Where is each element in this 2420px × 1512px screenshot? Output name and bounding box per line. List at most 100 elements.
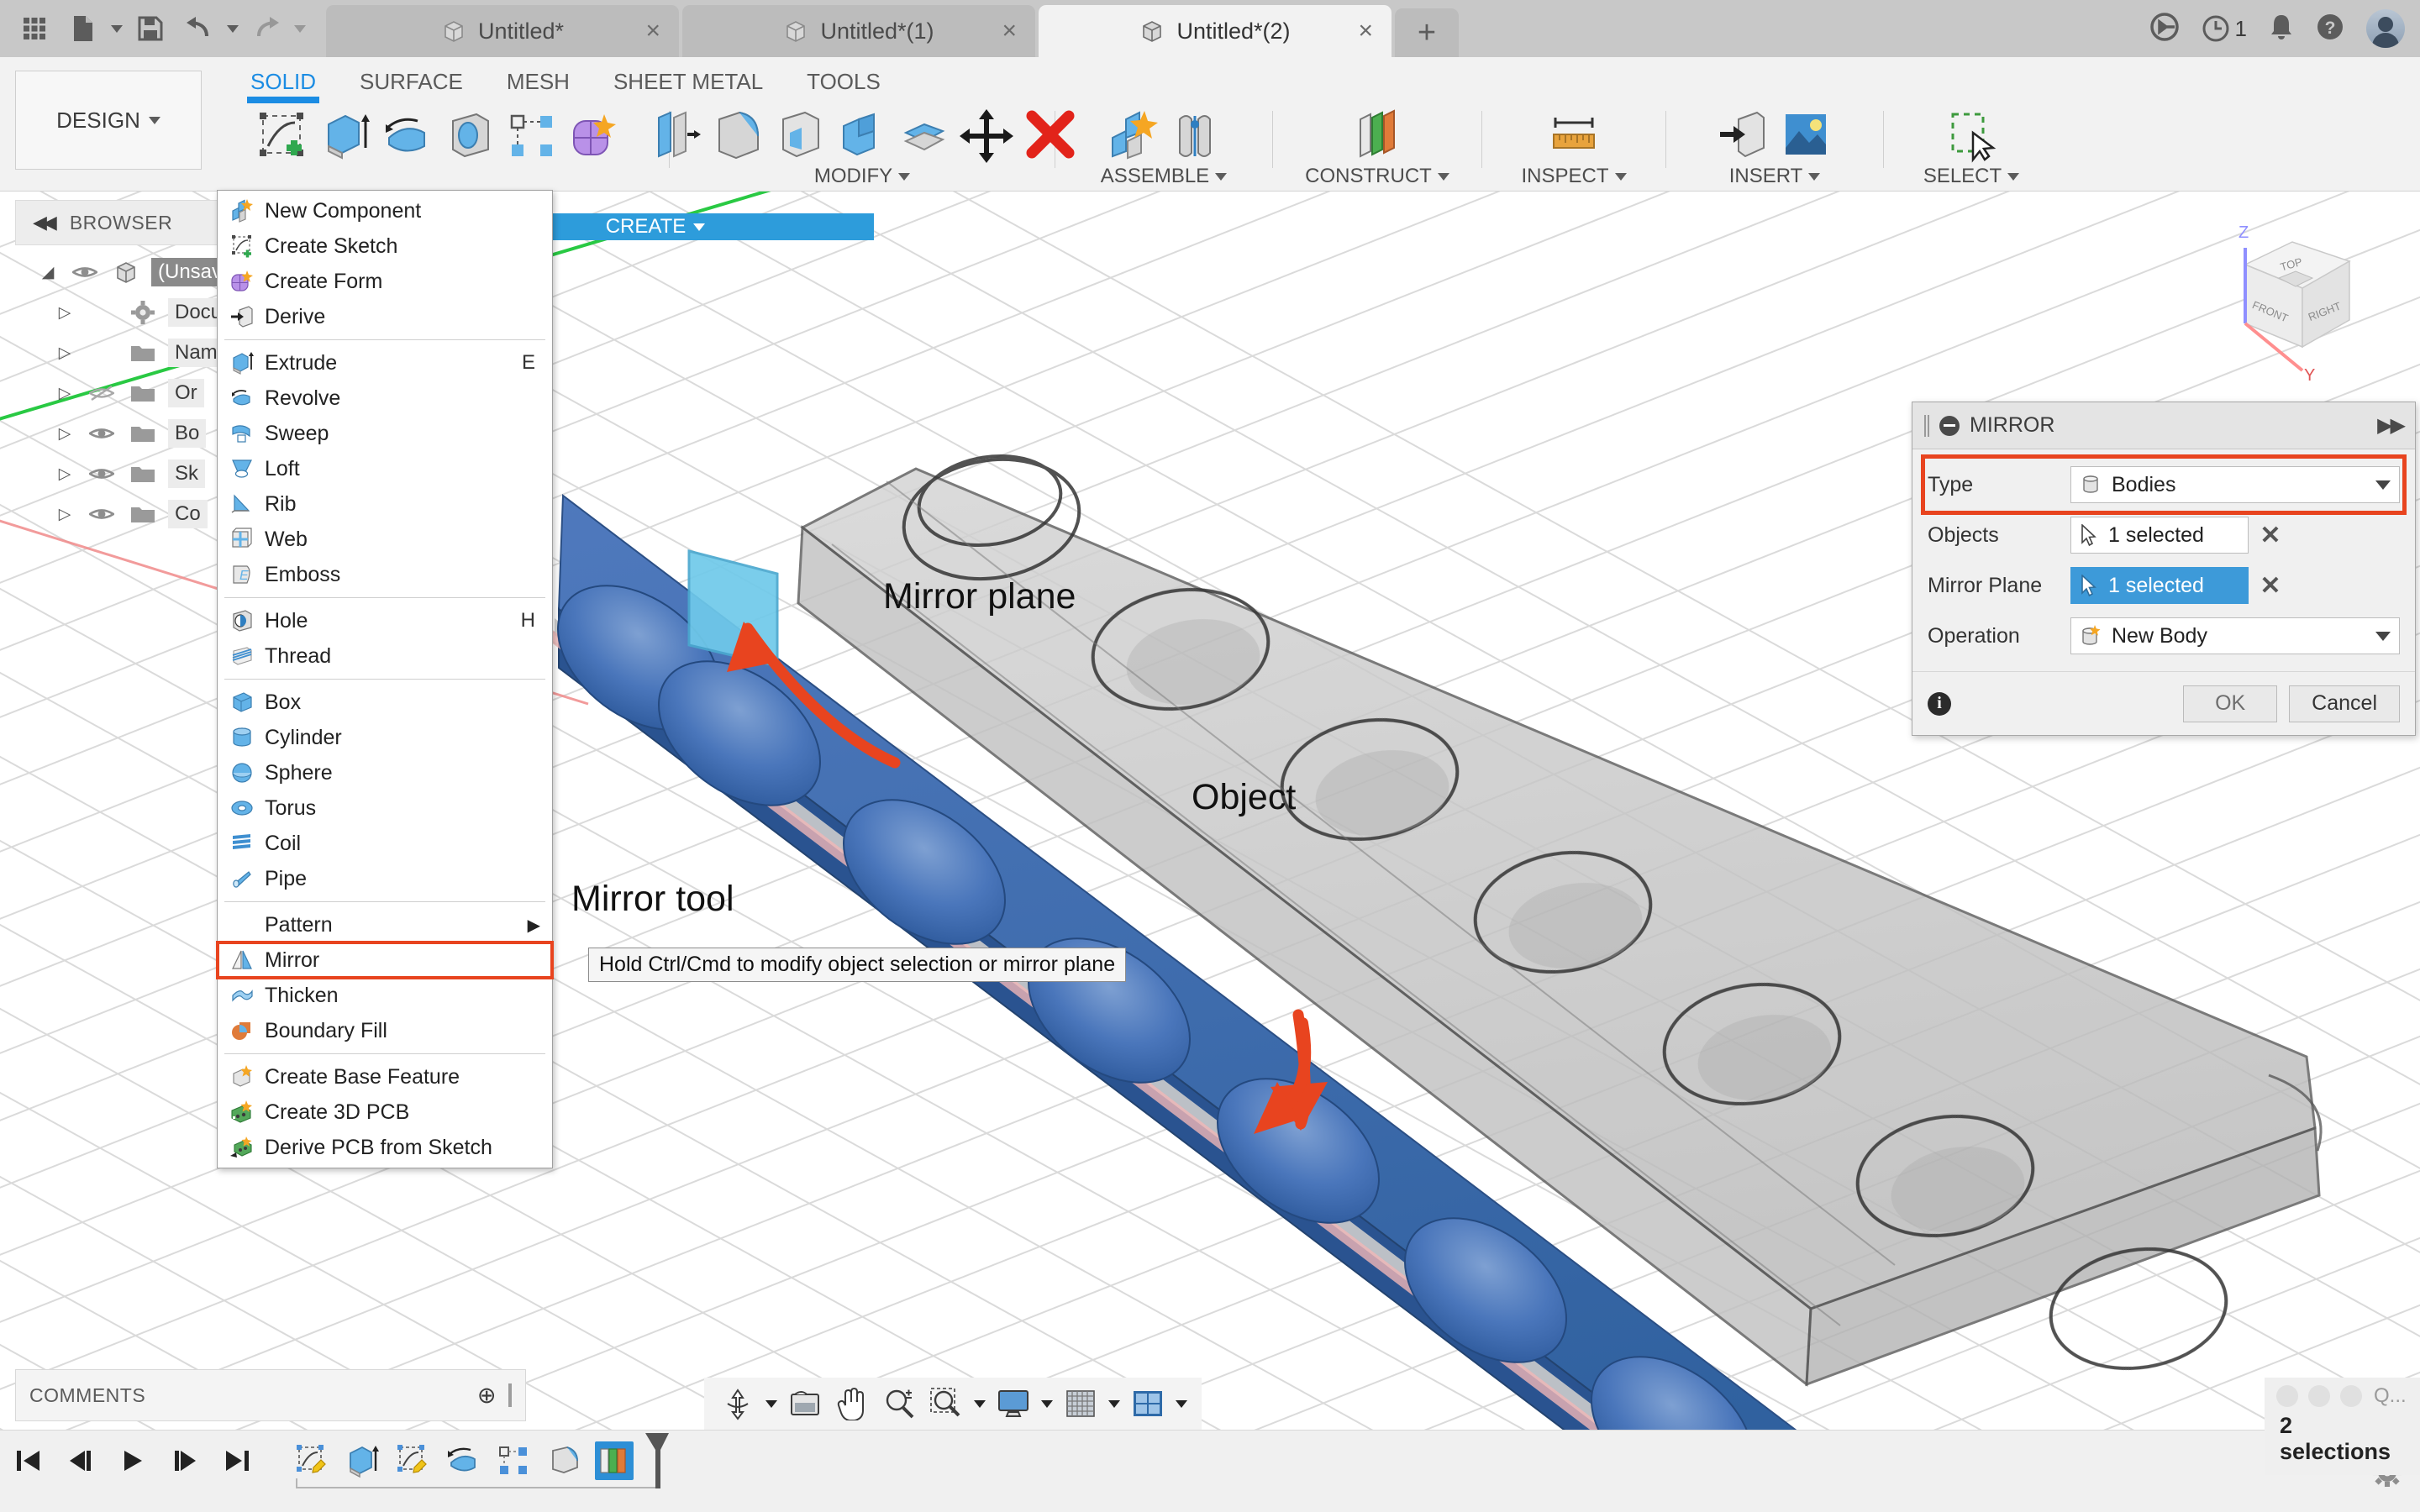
create-sketch-icon[interactable]	[256, 109, 310, 163]
insert-image-icon[interactable]	[1779, 109, 1833, 163]
menu-item-create-3d-pcb[interactable]: Create 3D PCB	[218, 1095, 552, 1130]
resize-grip-icon[interactable]	[508, 1383, 512, 1407]
menu-item-derive-pcb-from-sketch[interactable]: Derive PCB from Sketch	[218, 1130, 552, 1165]
notification-bell-icon[interactable]	[2269, 13, 2294, 45]
menu-item-web[interactable]: Web	[218, 522, 552, 557]
visibility-eye-icon[interactable]	[86, 465, 118, 482]
filter-dot-1[interactable]	[2276, 1385, 2298, 1407]
revolve-icon[interactable]	[381, 109, 434, 163]
save-icon[interactable]	[128, 6, 173, 51]
chevron-right-icon[interactable]: ▷	[52, 505, 77, 524]
document-tab-0[interactable]: Untitled* ×	[326, 5, 679, 57]
menu-item-rib[interactable]: Rib	[218, 486, 552, 522]
menu-item-loft[interactable]: Loft	[218, 451, 552, 486]
zoom-window-icon[interactable]	[924, 1382, 968, 1425]
collapse-left-icon[interactable]: ◀◀	[33, 212, 57, 234]
menu-item-pattern[interactable]: Pattern ▶	[218, 907, 552, 942]
timeline-feature-sketch-1[interactable]	[292, 1441, 331, 1480]
orbit-dropdown-icon[interactable]	[763, 1382, 780, 1425]
clear-objects-icon[interactable]: ✕	[2249, 521, 2292, 550]
menu-item-mirror[interactable]: Mirror	[216, 941, 554, 979]
joint-icon[interactable]	[1168, 109, 1222, 163]
menu-item-hole[interactable]: Hole H	[218, 603, 552, 638]
ribbon-group-modify-button[interactable]: MODIFY	[814, 165, 911, 188]
zoom-dropdown-icon[interactable]	[971, 1382, 988, 1425]
ribbon-group-select-button[interactable]: SELECT	[1923, 165, 2020, 188]
menu-item-extrude[interactable]: Extrude E	[218, 345, 552, 381]
visibility-hidden-icon[interactable]	[86, 385, 118, 402]
pattern-icon[interactable]	[505, 109, 559, 163]
close-icon[interactable]: ×	[1002, 18, 1017, 44]
chevron-right-icon[interactable]: ▷	[52, 424, 77, 444]
document-tab-1[interactable]: Untitled*(1) ×	[682, 5, 1035, 57]
undo-dropdown-icon[interactable]	[225, 6, 240, 51]
type-select[interactable]: Bodies	[2070, 466, 2400, 503]
measure-icon[interactable]	[1547, 109, 1601, 163]
tab-sheet-metal[interactable]: SHEET METAL	[592, 57, 785, 98]
shell-icon[interactable]	[773, 109, 827, 163]
tab-tools[interactable]: TOOLS	[785, 57, 902, 98]
viewports-icon[interactable]	[1126, 1382, 1170, 1425]
play-icon[interactable]	[116, 1438, 150, 1483]
menu-item-derive[interactable]: Derive	[218, 299, 552, 334]
look-at-icon[interactable]	[783, 1382, 827, 1425]
mirror-dialog[interactable]: MIRROR ▶▶ Type Bodies Objects 1 selected…	[1912, 402, 2416, 736]
extrude-icon[interactable]	[318, 109, 372, 163]
ribbon-group-insert-button[interactable]: INSERT	[1729, 165, 1821, 188]
timeline-feature-revolve-2[interactable]	[544, 1441, 583, 1480]
info-icon[interactable]: i	[1928, 691, 1951, 716]
chevron-right-icon[interactable]: ▷	[52, 465, 77, 484]
pan-icon[interactable]	[830, 1382, 874, 1425]
insert-derive-icon[interactable]	[1717, 109, 1770, 163]
close-icon[interactable]: ×	[645, 18, 660, 44]
new-file-dropdown-icon[interactable]	[109, 6, 124, 51]
help-icon[interactable]: ?	[2316, 13, 2344, 45]
redo-dropdown-icon[interactable]	[292, 6, 308, 51]
ribbon-group-construct-button[interactable]: CONSTRUCT	[1305, 165, 1449, 188]
menu-item-boundary-fill[interactable]: Boundary Fill	[218, 1013, 552, 1048]
menu-item-new-component[interactable]: New Component	[218, 193, 552, 228]
go-to-end-icon[interactable]	[220, 1438, 254, 1483]
construct-plane-icon[interactable]	[1350, 109, 1404, 163]
apps-grid-icon[interactable]	[12, 6, 57, 51]
step-back-icon[interactable]	[64, 1438, 97, 1483]
mirror-dialog-header[interactable]: MIRROR ▶▶	[1912, 402, 2415, 449]
step-forward-icon[interactable]	[168, 1438, 202, 1483]
menu-item-thread[interactable]: Thread	[218, 638, 552, 674]
select-window-icon[interactable]	[1944, 109, 1998, 163]
create-dropdown-menu[interactable]: New Component Create Sketch Create Form …	[216, 190, 554, 1168]
menu-item-box[interactable]: Box	[218, 685, 552, 720]
timeline-feature-mirror[interactable]	[595, 1441, 634, 1480]
ribbon-group-inspect-button[interactable]: INSPECT	[1521, 165, 1627, 188]
menu-item-create-base-feature[interactable]: Create Base Feature	[218, 1059, 552, 1095]
drag-handle-icon[interactable]	[1924, 414, 1929, 437]
new-component-icon[interactable]	[1106, 109, 1160, 163]
menu-item-torus[interactable]: Torus	[218, 790, 552, 826]
grid-snap-icon[interactable]	[1059, 1382, 1102, 1425]
display-settings-icon[interactable]	[992, 1382, 1035, 1425]
timeline-feature-pattern[interactable]	[494, 1441, 533, 1480]
document-tab-2[interactable]: Untitled*(2) ×	[1039, 5, 1392, 57]
redo-icon[interactable]	[244, 6, 289, 51]
mirror-plane-selector[interactable]: 1 selected	[2070, 567, 2249, 604]
visibility-eye-icon[interactable]	[86, 425, 118, 442]
timeline-feature-revolve[interactable]	[444, 1441, 482, 1480]
menu-item-sweep[interactable]: Sweep	[218, 416, 552, 451]
clear-mirror-plane-icon[interactable]: ✕	[2249, 571, 2292, 601]
menu-item-sphere[interactable]: Sphere	[218, 755, 552, 790]
cancel-button[interactable]: Cancel	[2289, 685, 2400, 722]
menu-item-emboss[interactable]: E Emboss	[218, 557, 552, 592]
offset-face-icon[interactable]	[897, 109, 951, 163]
view-cube[interactable]: TOP FRONT RIGHT Z Y	[2185, 213, 2403, 389]
objects-selector[interactable]: 1 selected	[2070, 517, 2249, 554]
visibility-eye-icon[interactable]	[86, 506, 118, 522]
grid-dropdown-icon[interactable]	[1106, 1382, 1123, 1425]
ribbon-group-assemble-button[interactable]: ASSEMBLE	[1101, 165, 1228, 188]
fillet-icon[interactable]	[711, 109, 765, 163]
chevron-right-icon[interactable]: ▷	[52, 344, 77, 363]
menu-item-cylinder[interactable]: Cylinder	[218, 720, 552, 755]
zoom-icon[interactable]	[877, 1382, 921, 1425]
hole-icon[interactable]	[443, 109, 497, 163]
filter-dot-3[interactable]	[2340, 1385, 2362, 1407]
expand-right-icon[interactable]: ▶▶	[2377, 413, 2406, 438]
